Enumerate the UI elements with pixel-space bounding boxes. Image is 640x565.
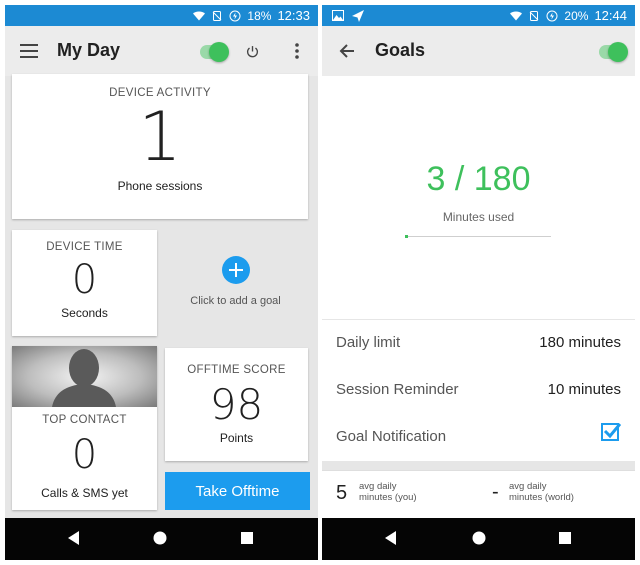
- avg-label-line: minutes (you): [359, 492, 417, 503]
- avg-world-value: -: [492, 481, 499, 503]
- back-arrow-icon[interactable]: [339, 43, 355, 59]
- wifi-icon: [193, 11, 206, 20]
- more-vert-icon[interactable]: [294, 43, 300, 59]
- card-title: OFFTIME SCORE: [187, 364, 286, 376]
- battery-percent: 18%: [247, 8, 272, 23]
- avg-you-value: 5: [336, 482, 348, 504]
- no-sim-icon: [530, 10, 539, 21]
- device-time-value: 0: [71, 257, 98, 303]
- card-title: TOP CONTACT: [42, 414, 127, 426]
- status-bar: 20% 12:44: [322, 5, 635, 26]
- app-bar: My Day: [5, 26, 318, 76]
- avg-you-label: avg daily minutes (you): [359, 481, 417, 503]
- row-value: 180 minutes: [539, 334, 621, 351]
- row-label: Daily limit: [336, 334, 401, 351]
- nav-back-icon[interactable]: [385, 531, 397, 545]
- phone-sessions-value: 1: [138, 98, 182, 177]
- check-icon: [603, 423, 621, 439]
- battery-icon: [546, 10, 558, 21]
- clock: 12:33: [277, 8, 310, 23]
- avg-label-line: avg daily: [359, 481, 397, 492]
- offtime-toggle[interactable]: [200, 42, 229, 62]
- card-label: Seconds: [61, 306, 108, 320]
- wifi-icon: [510, 11, 523, 20]
- nav-home-icon[interactable]: [153, 531, 167, 545]
- device-activity-card[interactable]: DEVICE ACTIVITY 1 Phone sessions: [12, 74, 308, 219]
- avg-label-line: avg daily: [509, 481, 547, 492]
- usage-progress-bar: [405, 235, 551, 238]
- avg-label-line: minutes (world): [509, 492, 574, 503]
- card-title: DEVICE TIME: [46, 241, 123, 253]
- minutes-used-label: Minutes used: [442, 210, 515, 224]
- page-title: Goals: [375, 40, 426, 60]
- avatar: [12, 346, 157, 407]
- add-icon[interactable]: [221, 256, 250, 284]
- card-label: Phone sessions: [117, 179, 203, 193]
- app-bar: Goals: [322, 26, 635, 76]
- minutes-used-value: 3 / 180: [426, 160, 531, 198]
- add-goal-area[interactable]: Click to add a goal: [163, 230, 308, 336]
- usage-progress-fill: [405, 235, 408, 238]
- menu-icon[interactable]: [20, 44, 38, 58]
- nav-home-icon[interactable]: [472, 531, 486, 545]
- usage-panel: 3 / 180 Minutes used: [322, 76, 635, 319]
- avg-world-label: avg daily minutes (world): [509, 481, 574, 503]
- row-label: Goal Notification: [336, 428, 447, 445]
- card-label: Points: [219, 431, 254, 445]
- page-title: My Day: [57, 40, 121, 60]
- nav-recents-icon[interactable]: [241, 532, 253, 544]
- my-day-screen: 18% 12:33 My Day DEVICE ACTIVITY 1 Phone…: [5, 5, 318, 560]
- take-offtime-button[interactable]: Take Offtime: [165, 472, 310, 510]
- clock: 12:44: [594, 8, 627, 23]
- row-value: 10 minutes: [547, 381, 621, 398]
- goals-screen: 20% 12:44 Goals 3 / 180 Minutes used Dai…: [322, 5, 635, 560]
- top-contact-card[interactable]: TOP CONTACT 0 Calls & SMS yet: [12, 346, 157, 510]
- send-icon: [352, 9, 364, 22]
- daily-limit-row[interactable]: Daily limit 180 minutes: [322, 320, 635, 367]
- add-goal-label: Click to add a goal: [190, 295, 281, 307]
- battery-percent: 20%: [564, 8, 589, 23]
- offtime-score-value: 98: [209, 380, 264, 429]
- offtime-score-card[interactable]: OFFTIME SCORE 98 Points: [165, 348, 308, 461]
- person-silhouette-icon: [52, 349, 116, 407]
- card-label: Calls & SMS yet: [41, 486, 128, 500]
- goals-toggle[interactable]: [599, 42, 628, 62]
- status-bar: 18% 12:33: [5, 5, 318, 26]
- nav-back-icon[interactable]: [68, 531, 80, 545]
- top-contact-value: 0: [71, 432, 98, 478]
- averages-panel: 5 avg daily minutes (you) - avg daily mi…: [322, 470, 635, 518]
- image-icon: [332, 10, 344, 21]
- no-sim-icon: [213, 10, 222, 21]
- nav-recents-icon[interactable]: [559, 532, 571, 544]
- session-reminder-row[interactable]: Session Reminder 10 minutes: [322, 367, 635, 414]
- goal-notification-checkbox[interactable]: [601, 423, 621, 441]
- nav-bar: [5, 518, 318, 560]
- goal-notification-row[interactable]: Goal Notification: [322, 414, 635, 461]
- row-label: Session Reminder: [336, 381, 459, 398]
- device-time-card[interactable]: DEVICE TIME 0 Seconds: [12, 230, 157, 336]
- power-icon[interactable]: [246, 45, 259, 58]
- nav-bar: [322, 518, 635, 560]
- battery-icon: [229, 10, 241, 21]
